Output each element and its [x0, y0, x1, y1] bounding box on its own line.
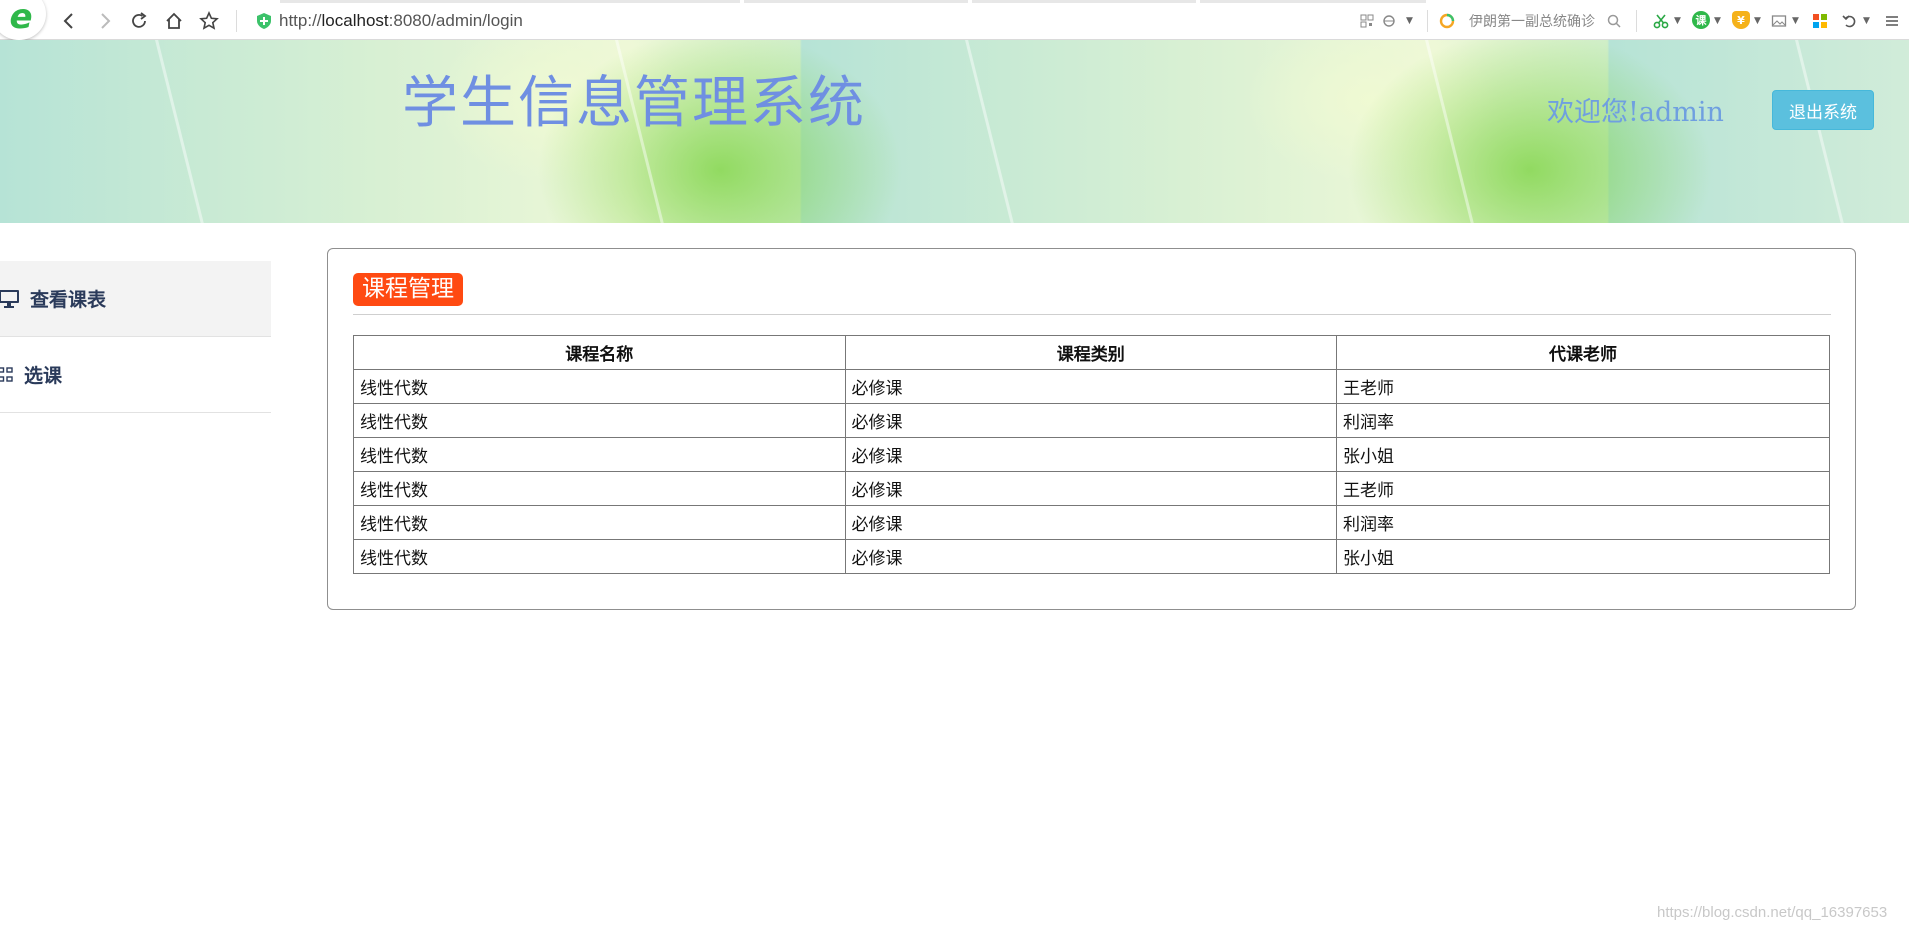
cell-course-type: 必修课: [844, 437, 1337, 472]
banner-decoration: [956, 40, 1027, 223]
tab-strip: [280, 0, 740, 3]
forward-button[interactable]: [92, 8, 118, 34]
chevron-down-icon[interactable]: ▼: [1863, 16, 1870, 26]
cell-teacher: 利润率: [1336, 505, 1830, 540]
welcome-message: 欢迎您!admin: [1547, 97, 1724, 128]
cell-course-name: 线性代数: [353, 539, 846, 574]
column-header-course-name: 课程名称: [353, 335, 846, 370]
shield-icon: [257, 13, 271, 29]
grid-icon: [0, 363, 16, 387]
cell-course-type: 必修课: [844, 369, 1337, 404]
course-table: 课程名称 课程类别 代课老师 线性代数 必修课 王老师 线性代数 必修课 利润率…: [353, 335, 1830, 574]
apps-icon[interactable]: [1812, 13, 1828, 29]
sidebar: 查看课表 选课: [0, 261, 271, 413]
url-host: localhost: [321, 11, 389, 30]
banner-decoration: [1416, 40, 1487, 223]
tab-strip: [972, 0, 1196, 3]
search-input[interactable]: 伊朗第一副总统确诊: [1469, 11, 1629, 31]
image-icon[interactable]: [1771, 13, 1787, 29]
cell-course-name: 线性代数: [353, 369, 846, 404]
banner-decoration: [1786, 40, 1857, 223]
chevron-down-icon[interactable]: ▼: [1754, 16, 1761, 26]
reload-icon: [132, 12, 147, 28]
panel-header: 课程管理: [353, 273, 1831, 315]
sidebar-item-label: 选课: [24, 365, 63, 387]
cell-course-name: 线性代数: [353, 403, 846, 438]
undo-icon[interactable]: [1842, 13, 1858, 29]
compat-icon[interactable]: [1381, 13, 1397, 29]
bookmark-button[interactable]: [196, 8, 222, 34]
cell-teacher: 利润率: [1336, 403, 1830, 438]
cell-course-type: 必修课: [844, 403, 1337, 438]
course-ext-label: 课: [1695, 14, 1707, 27]
column-header-teacher: 代课老师: [1336, 335, 1830, 370]
cell-course-name: 线性代数: [353, 471, 846, 506]
logo-letter: e: [9, 0, 33, 37]
column-header-course-type: 课程类别: [844, 335, 1337, 370]
search-icon[interactable]: [1606, 13, 1622, 29]
cell-teacher: 王老师: [1336, 471, 1830, 506]
shield-ext-label: ¥: [1737, 13, 1745, 27]
qr-icon[interactable]: [1359, 13, 1375, 29]
table-row: 线性代数 必修课 张小姐: [353, 539, 1830, 574]
monitor-icon: [0, 287, 22, 311]
url-scheme: http://: [279, 11, 322, 30]
tab-strip: [744, 0, 968, 3]
search-engine-icon[interactable]: [1439, 13, 1455, 29]
cell-teacher: 张小姐: [1336, 539, 1830, 574]
chevron-down-icon[interactable]: ▼: [1792, 16, 1799, 26]
course-ext-icon[interactable]: 课: [1692, 11, 1710, 29]
toolbar-divider: [1636, 10, 1637, 32]
chevron-down-icon[interactable]: ▼: [1674, 16, 1681, 26]
table-row: 线性代数 必修课 利润率: [353, 505, 1830, 540]
cell-teacher: 张小姐: [1336, 437, 1830, 472]
chevron-down-icon[interactable]: ▼: [1406, 16, 1413, 26]
star-icon: [199, 11, 219, 30]
cell-course-type: 必修课: [844, 539, 1337, 574]
table-row: 线性代数 必修课 王老师: [353, 471, 1830, 506]
table-row: 线性代数 必修课 利润率: [353, 403, 1830, 438]
site-title: 学生信息管理系统: [402, 71, 866, 136]
address-bar[interactable]: http://localhost:8080/admin/login: [279, 11, 523, 31]
menu-icon[interactable]: [1884, 13, 1900, 29]
cell-course-name: 线性代数: [353, 505, 846, 540]
panel-title: 课程管理: [353, 273, 463, 306]
reload-button[interactable]: [126, 8, 152, 34]
sidebar-item-select-course[interactable]: 选课: [0, 337, 271, 413]
sidebar-item-label: 查看课表: [30, 289, 107, 311]
shield-ext-icon[interactable]: ¥: [1732, 11, 1750, 29]
browser-toolbar: e http://localhost:8080/admin/login ▼ 伊朗…: [0, 0, 1909, 40]
cell-course-name: 线性代数: [353, 437, 846, 472]
banner-decoration: [146, 40, 217, 223]
toolbar-divider: [1427, 10, 1428, 32]
table-header-row: 课程名称 课程类别 代课老师: [353, 335, 1830, 370]
cell-course-type: 必修课: [844, 471, 1337, 506]
table-row: 线性代数 必修课 王老师: [353, 369, 1830, 404]
home-button[interactable]: [161, 8, 187, 34]
browser-logo-icon[interactable]: e: [0, 0, 46, 40]
watermark: https://blog.csdn.net/qq_16397653: [1657, 904, 1888, 921]
cell-teacher: 王老师: [1336, 369, 1830, 404]
back-button[interactable]: [56, 8, 82, 34]
home-icon: [166, 12, 182, 29]
table-row: 线性代数 必修课 张小姐: [353, 437, 1830, 472]
sidebar-item-view-schedule[interactable]: 查看课表: [0, 261, 271, 337]
url-path: :8080/admin/login: [388, 11, 523, 30]
logout-button[interactable]: 退出系统: [1772, 90, 1874, 130]
toolbar-divider: [236, 10, 237, 32]
back-icon: [63, 13, 73, 29]
tab-strip: [1200, 0, 1426, 3]
site-header: 学生信息管理系统 欢迎您!admin 退出系统: [0, 40, 1909, 223]
chevron-down-icon[interactable]: ▼: [1714, 16, 1721, 26]
cell-course-type: 必修课: [844, 505, 1337, 540]
course-panel: 课程管理 课程名称 课程类别 代课老师 线性代数 必修课 王老师 线性代数 必修…: [327, 248, 1856, 610]
forward-icon: [101, 13, 111, 29]
scissors-icon[interactable]: [1653, 13, 1669, 29]
